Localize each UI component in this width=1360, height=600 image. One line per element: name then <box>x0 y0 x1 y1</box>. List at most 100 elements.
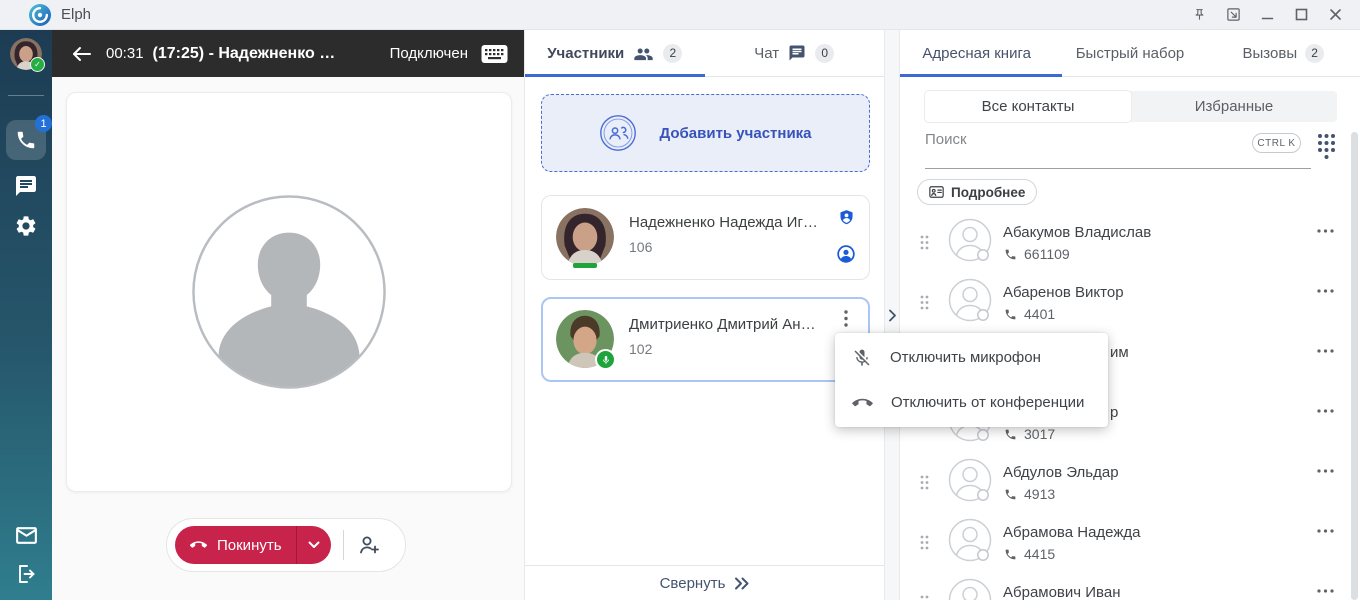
menu-item-disconnect[interactable]: Отключить от конференции <box>835 380 1108 425</box>
app-window: Elph <box>0 0 1360 600</box>
contact-phone-number: 4401 <box>1024 306 1055 322</box>
panel-gutter[interactable] <box>884 30 900 600</box>
contact-name: р <box>1110 404 1118 421</box>
drag-handle[interactable] <box>920 235 929 250</box>
tab-address-book[interactable]: Адресная книга <box>900 30 1053 76</box>
expand-chevron-icon[interactable] <box>888 309 897 322</box>
minimize-icon[interactable] <box>1258 6 1276 24</box>
contact-avatar <box>948 578 996 600</box>
menu-item-label: Отключить от конференции <box>891 394 1084 411</box>
sidebar-item-mail[interactable] <box>14 523 39 548</box>
leave-call-label: Покинуть <box>217 537 282 554</box>
user-avatar[interactable]: ✓ <box>10 38 42 70</box>
phone-small-icon <box>1004 548 1017 561</box>
tab-address-book-label: Адресная книга <box>922 45 1031 62</box>
speaking-indicator <box>573 263 597 268</box>
sidebar-divider <box>8 95 44 96</box>
segment-all-contacts[interactable]: Все контакты <box>925 91 1131 122</box>
calls-tab-badge: 2 <box>1305 44 1324 63</box>
contact-row[interactable]: Абдулов Эльдар 4913 <box>900 452 1360 512</box>
contact-phone-number: 3017 <box>1024 426 1055 442</box>
details-label: Подробнее <box>951 185 1025 200</box>
more-vertical-icon[interactable] <box>844 310 848 327</box>
dialpad-icon[interactable] <box>1316 132 1337 160</box>
sidebar-item-logout[interactable] <box>14 562 38 586</box>
contact-row[interactable]: Абакумов Владислав 661109 <box>900 212 1360 272</box>
search-input[interactable]: Поиск <box>925 131 967 148</box>
participant-info: Надежненко Надежда Иг… 106 <box>629 208 835 279</box>
details-button[interactable]: Подробнее <box>917 179 1037 205</box>
address-tabs: Адресная книга Быстрый набор Вызовы 2 <box>900 30 1360 77</box>
segment-favorites[interactable]: Избранные <box>1131 91 1337 122</box>
more-icon[interactable] <box>1317 469 1334 473</box>
participants-tabs: Участники 2 Чат 0 <box>525 30 884 77</box>
tab-participants-label: Участники <box>547 45 624 62</box>
sidebar-item-settings[interactable] <box>14 214 38 238</box>
tab-participants[interactable]: Участники 2 <box>525 30 705 76</box>
participant-card[interactable]: Надежненко Надежда Иг… 106 <box>541 195 870 280</box>
contact-avatar <box>948 278 996 326</box>
leave-call-main[interactable]: Покинуть <box>175 526 296 564</box>
more-icon[interactable] <box>1317 349 1334 353</box>
participant-role-icons <box>835 208 857 264</box>
more-icon[interactable] <box>1317 529 1334 533</box>
more-icon[interactable] <box>1317 409 1334 413</box>
more-icon[interactable] <box>1317 229 1334 233</box>
scrollbar[interactable] <box>1351 132 1358 600</box>
leave-call-button[interactable]: Покинуть <box>175 526 331 564</box>
person-silhouette-icon <box>190 193 388 391</box>
call-end-icon <box>852 397 873 409</box>
contact-phone: 4415 <box>1004 546 1055 562</box>
add-participant-button[interactable]: Добавить участника <box>541 94 870 172</box>
contact-avatar <box>948 518 996 566</box>
sidebar-item-calls[interactable]: 1 <box>6 120 46 160</box>
add-participant-label: Добавить участника <box>659 125 811 142</box>
call-header: 00:31 (17:25) - Надежненко … Подключен <box>52 30 524 77</box>
contact-row[interactable]: Абаренов Виктор 4401 <box>900 272 1360 332</box>
call-title: (17:25) - Надежненко … <box>153 45 390 63</box>
tab-speed-dial[interactable]: Быстрый набор <box>1053 30 1206 76</box>
contact-phone: 661109 <box>1004 246 1070 262</box>
close-icon[interactable] <box>1326 6 1344 24</box>
contact-name: Абрамова Надежда <box>1003 524 1140 541</box>
drag-handle[interactable] <box>920 595 929 600</box>
calls-count-badge: 1 <box>35 115 52 132</box>
more-icon[interactable] <box>1317 289 1334 293</box>
participant-card-selected[interactable]: Дмитриенко Дмитрий Ан… 102 <box>541 297 870 382</box>
leave-options-button[interactable] <box>296 526 331 564</box>
participant-name: Дмитриенко Дмитрий Ан… <box>629 316 835 333</box>
active-tab-underline <box>900 74 1062 77</box>
drag-handle[interactable] <box>920 535 929 550</box>
menu-item-label: Отключить микрофон <box>890 349 1041 366</box>
keyboard-icon[interactable] <box>481 44 508 64</box>
phone-small-icon <box>1004 248 1017 261</box>
drag-handle[interactable] <box>920 475 929 490</box>
drag-handle[interactable] <box>920 295 929 310</box>
maximize-icon[interactable] <box>1292 6 1310 24</box>
contact-row[interactable]: Абрамович Иван <box>900 572 1360 600</box>
popout-icon[interactable] <box>1224 6 1242 24</box>
menu-item-mute-mic[interactable]: Отключить микрофон <box>835 335 1108 380</box>
contact-phone-number: 661109 <box>1024 246 1070 262</box>
tab-chat[interactable]: Чат 0 <box>705 30 885 76</box>
sidebar-item-chat[interactable] <box>14 174 38 198</box>
participant-number: 102 <box>629 341 835 357</box>
phone-small-icon <box>1004 308 1017 321</box>
pin-icon[interactable] <box>1190 6 1208 24</box>
search-shortcut-badge: CTRL K <box>1252 133 1301 153</box>
hangup-icon <box>189 540 208 550</box>
app-sidebar: ✓ 1 <box>0 30 52 600</box>
back-arrow-icon[interactable] <box>72 46 92 62</box>
contact-row[interactable]: Абрамова Надежда 4415 <box>900 512 1360 572</box>
collapse-panel-button[interactable]: Свернуть <box>525 565 884 600</box>
contact-name: Абрамович Иван <box>1003 584 1120 600</box>
window-controls <box>1190 6 1344 24</box>
contact-phone-number: 4913 <box>1024 486 1055 502</box>
add-person-button[interactable] <box>357 533 382 557</box>
tab-chat-label: Чат <box>754 45 779 62</box>
participants-list: Добавить участника <box>525 77 884 566</box>
participant-context-menu: Отключить микрофон Отключить от конферен… <box>835 333 1108 427</box>
more-icon[interactable] <box>1317 589 1334 593</box>
mic-on-badge <box>595 349 616 370</box>
tab-calls[interactable]: Вызовы 2 <box>1207 30 1360 76</box>
